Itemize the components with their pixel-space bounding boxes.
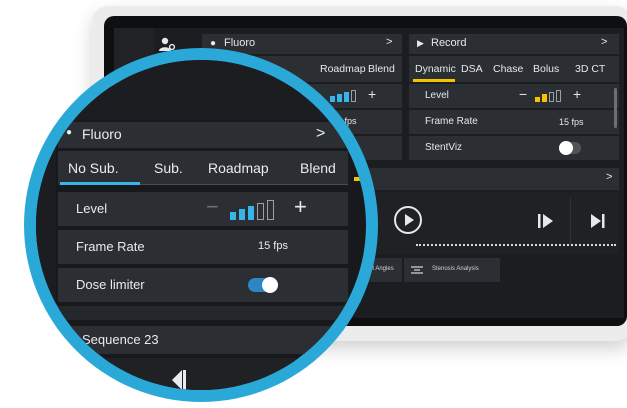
zoom-frame-rate-row: Frame Rate 15 fps <box>58 230 348 264</box>
sequence-chevron-icon[interactable]: > <box>606 171 612 183</box>
record-tab-dynamic[interactable]: Dynamic <box>415 63 456 75</box>
record-title: Record <box>431 37 467 49</box>
zoom-level-indicator <box>230 200 274 220</box>
fluoro-tab-blend-bg[interactable]: Blend <box>368 63 395 75</box>
record-frame-row: Frame Rate 15 fps <box>409 110 619 134</box>
timeline-track[interactable] <box>416 244 616 246</box>
fluoro-chevron-icon[interactable]: > <box>386 36 392 48</box>
zoom-left-strip <box>36 120 56 390</box>
record-frame-value: 15 fps <box>559 117 584 127</box>
zoom-sequence-title: Sequence 23 <box>82 332 159 347</box>
zoom-dose-limiter-label: Dose limiter <box>76 277 145 292</box>
zoom-spacer <box>58 306 348 320</box>
sequence-tools: Best Angles Stenosis Analysis <box>356 256 619 286</box>
player-divider <box>570 198 571 246</box>
sequence-header-bg: > <box>356 168 619 190</box>
magnifier-lens: ● Fluoro > No Sub. Sub. Roadmap Blend Le… <box>36 60 366 390</box>
stenosis-icon <box>410 263 424 275</box>
zoom-dose-limiter-row: Dose limiter <box>58 268 348 302</box>
fluoro-level-plus-bg[interactable]: + <box>368 86 376 102</box>
play-button[interactable] <box>394 206 422 234</box>
sequence-player <box>356 192 619 254</box>
step-forward-icon[interactable] <box>536 212 556 230</box>
zoom-fluoro-tabs: No Sub. Sub. Roadmap Blend <box>58 151 348 185</box>
zoom-fluoro-header[interactable]: ● Fluoro > <box>58 122 348 148</box>
record-frame-label: Frame Rate <box>425 116 478 127</box>
record-tab-chase[interactable]: Chase <box>493 63 523 75</box>
record-tab-dsa[interactable]: DSA <box>461 63 483 75</box>
zoom-tab-blend[interactable]: Blend <box>300 160 336 176</box>
tool-stenosis-analysis[interactable]: Stenosis Analysis <box>404 258 500 282</box>
zoom-sequence-square-icon: ■ <box>66 334 72 344</box>
zoom-tab-sub[interactable]: Sub. <box>154 160 183 176</box>
zoom-sequence-header[interactable]: ■ Sequence 23 <box>58 326 348 354</box>
record-play-icon: ▶ <box>417 38 424 48</box>
zoom-record-underline-edge <box>354 177 366 181</box>
record-tab-3dct[interactable]: 3D CT <box>575 63 605 75</box>
record-level-row: Level − + <box>409 84 619 108</box>
record-tabs: Dynamic DSA Chase Bolus 3D CT <box>409 56 619 82</box>
zoom-tab-no-sub[interactable]: No Sub. <box>68 160 119 176</box>
zoom-level-label: Level <box>76 201 108 216</box>
zoom-fluoro-title: Fluoro <box>82 126 122 142</box>
stentviz-toggle[interactable] <box>559 141 581 155</box>
zoom-fluoro-dot-icon: ● <box>66 127 73 138</box>
zoom-skip-back-icon[interactable] <box>166 368 188 390</box>
record-chevron-icon[interactable]: > <box>601 36 607 48</box>
fluoro-title: Fluoro <box>224 37 256 49</box>
record-stentviz-label: StentViz <box>425 142 463 153</box>
record-level-label: Level <box>425 90 449 101</box>
zoom-tab-roadmap[interactable]: Roadmap <box>208 160 269 176</box>
record-stentviz-row: StentViz <box>409 136 619 160</box>
lens-top-band <box>36 60 366 120</box>
zoom-frame-rate-label: Frame Rate <box>76 239 145 254</box>
zoom-level-row: Level − + <box>58 192 348 226</box>
record-level-plus[interactable]: + <box>573 86 581 102</box>
zoom-level-minus[interactable]: − <box>206 194 219 220</box>
zoom-level-plus[interactable]: + <box>294 194 307 220</box>
zoom-sequence-player <box>58 358 348 390</box>
zoom-tabs-divider <box>140 184 348 185</box>
record-level-indicator <box>535 90 561 102</box>
zoom-active-tab-underline <box>60 182 140 185</box>
record-level-minus[interactable]: − <box>519 86 527 102</box>
zoom-fluoro-chevron-icon[interactable]: > <box>316 125 325 143</box>
record-active-underline <box>413 79 455 82</box>
record-tile-header[interactable]: ▶ Record > <box>409 34 619 54</box>
zoom-frame-rate-value: 15 fps <box>258 240 288 252</box>
record-scrollbar[interactable] <box>614 88 617 128</box>
skip-end-icon[interactable] <box>588 212 608 230</box>
record-tab-bolus[interactable]: Bolus <box>533 63 559 75</box>
zoom-dose-limiter-toggle[interactable] <box>248 277 278 293</box>
tool-stenosis-label: Stenosis Analysis <box>432 266 479 272</box>
